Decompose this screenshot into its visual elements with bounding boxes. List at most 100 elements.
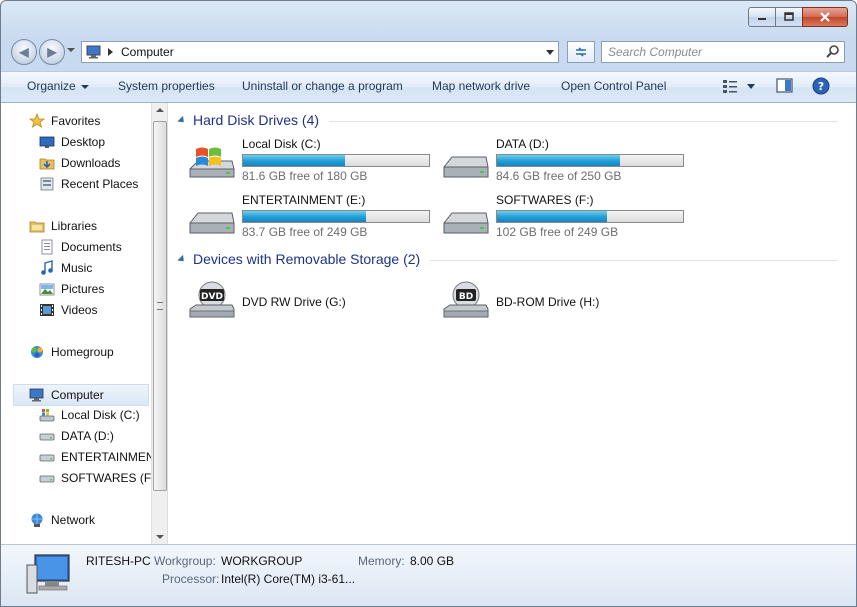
nav-scrollbar[interactable] (151, 103, 167, 544)
drive-name: DATA (D:) (496, 137, 549, 151)
downloads-folder-icon (39, 155, 55, 171)
command-bar: Organize System properties Uninstall or … (1, 71, 856, 103)
computer-large-icon (26, 554, 70, 594)
homegroup-icon (29, 344, 45, 360)
address-path[interactable]: Computer (121, 45, 174, 59)
change-view-button[interactable] (721, 78, 757, 97)
nav-desktop-label: Desktop (61, 135, 106, 149)
organize-label: Organize (27, 79, 76, 93)
drive-name: DVD RW Drive (G:) (242, 295, 346, 309)
maximize-button[interactable] (775, 7, 802, 27)
navigation-pane: Favorites Desktop Downloads Recent Place… (1, 103, 168, 544)
star-icon (29, 113, 45, 129)
drive-free-space: 83.7 GB free of 249 GB (242, 225, 368, 239)
nav-data-label: DATA (D:) (61, 429, 114, 443)
pictures-icon (39, 281, 55, 297)
refresh-icon (576, 47, 586, 57)
drive-name: BD-ROM Drive (H:) (496, 295, 600, 309)
drive-tile-f[interactable]: SOFTWARES (F:) 102 GB free of 249 GB (442, 193, 692, 243)
hard-drive-icon (39, 449, 55, 465)
scroll-down-arrow-icon[interactable] (156, 535, 164, 539)
drive-tile-d[interactable]: DATA (D:) 84.6 GB free of 250 GB (442, 137, 692, 187)
nav-recent-places[interactable]: Recent Places (39, 174, 138, 194)
drive-tile-c[interactable]: Local Disk (C:) 81.6 GB free of 180 GB (188, 137, 438, 187)
windows-drive-icon (189, 147, 235, 178)
nav-favorites-label: Favorites (51, 114, 101, 128)
svg-text:?: ? (818, 80, 824, 93)
computer-name: RITESH-PC (86, 554, 151, 568)
help-button[interactable]: ? (812, 77, 830, 98)
minimize-button[interactable] (748, 7, 775, 27)
nav-softwares-f[interactable]: SOFTWARES (F:) (39, 468, 159, 488)
windows-drive-icon (39, 407, 55, 423)
help-icon: ? (812, 77, 830, 95)
memory-value: 8.00 GB (410, 554, 455, 568)
drive-usage-bar (242, 154, 430, 167)
nav-data-d[interactable]: DATA (D:) (39, 426, 114, 446)
group-divider (430, 259, 838, 261)
back-button[interactable]: ◀ (11, 39, 37, 65)
close-button[interactable] (802, 7, 848, 27)
nav-favorites[interactable]: Favorites (29, 111, 100, 131)
nav-homegroup-label: Homegroup (51, 345, 114, 359)
organize-button[interactable]: Organize (27, 79, 89, 93)
drive-free-space: 84.6 GB free of 250 GB (496, 169, 622, 183)
breadcrumb-arrow-icon[interactable] (108, 48, 113, 56)
processor-value: Intel(R) Core(TM) i3-61... (221, 572, 356, 586)
nav-downloads[interactable]: Downloads (39, 153, 120, 173)
address-dropdown-icon[interactable] (546, 50, 554, 55)
collapse-arrow-icon[interactable] (177, 254, 187, 264)
map-network-drive-button[interactable]: Map network drive (432, 79, 530, 93)
drive-usage-bar (496, 154, 684, 167)
details-pane: RITESH-PC Workgroup: WORKGROUP Memory: 8… (1, 544, 856, 606)
collapse-arrow-icon[interactable] (177, 115, 187, 125)
nav-videos[interactable]: Videos (39, 300, 97, 320)
drive-tile-e[interactable]: ENTERTAINMENT (E:) 83.7 GB free of 249 G… (188, 193, 438, 243)
forward-button[interactable]: ▶ (39, 39, 65, 65)
dvd-drive-icon: DVD (189, 281, 235, 318)
desktop-icon (39, 134, 55, 150)
nav-libraries[interactable]: Libraries (29, 216, 97, 236)
nav-computer[interactable]: Computer (13, 384, 149, 406)
recent-pages-dropdown[interactable] (67, 48, 75, 52)
system-properties-button[interactable]: System properties (118, 79, 215, 93)
refresh-button[interactable] (567, 41, 595, 63)
computer-icon (29, 387, 45, 403)
group-header-removable-storage[interactable]: Devices with Removable Storage (2) (177, 248, 838, 270)
nav-pictures-label: Pictures (61, 282, 105, 296)
group-title: Devices with Removable Storage (2) (193, 251, 421, 267)
preview-pane-button[interactable] (776, 78, 794, 97)
search-input[interactable]: Search Computer (608, 45, 702, 59)
nav-entertainment-label: ENTERTAINMENT (61, 450, 162, 464)
documents-icon (39, 239, 55, 255)
back-arrow-icon: ◀ (19, 45, 29, 59)
workgroup-label: Workgroup: (154, 554, 216, 568)
network-icon (29, 512, 45, 528)
nav-local-disk-c[interactable]: Local Disk (C:) (39, 405, 140, 425)
nav-network[interactable]: Network (29, 510, 95, 530)
nav-local-disk-label: Local Disk (C:) (61, 408, 140, 422)
drive-tile-g[interactable]: DVD DVD RW Drive (G:) (188, 275, 438, 325)
nav-documents[interactable]: Documents (39, 237, 122, 257)
address-bar[interactable]: Computer (81, 41, 559, 63)
nav-pictures[interactable]: Pictures (39, 279, 104, 299)
computer-icon (86, 45, 101, 59)
open-control-panel-button[interactable]: Open Control Panel (561, 79, 666, 93)
scrollbar-thumb[interactable] (153, 121, 167, 491)
search-box[interactable]: Search Computer (601, 41, 845, 63)
nav-desktop[interactable]: Desktop (39, 132, 105, 152)
hard-drive-icon (189, 212, 235, 234)
nav-music[interactable]: Music (39, 258, 92, 278)
nav-music-label: Music (61, 261, 93, 275)
drive-name: ENTERTAINMENT (E:) (242, 193, 366, 207)
nav-homegroup[interactable]: Homegroup (29, 342, 114, 362)
minimize-icon (758, 18, 766, 20)
group-header-hard-disk-drives[interactable]: Hard Disk Drives (4) (177, 109, 838, 131)
nav-network-label: Network (51, 513, 96, 527)
drive-tile-h[interactable]: BD BD-ROM Drive (H:) (442, 275, 692, 325)
scroll-up-arrow-icon[interactable] (156, 108, 164, 112)
group-divider (329, 120, 838, 122)
search-icon[interactable] (826, 45, 840, 59)
uninstall-program-button[interactable]: Uninstall or change a program (242, 79, 403, 93)
nav-entertainment-e[interactable]: ENTERTAINMENT (39, 447, 162, 467)
